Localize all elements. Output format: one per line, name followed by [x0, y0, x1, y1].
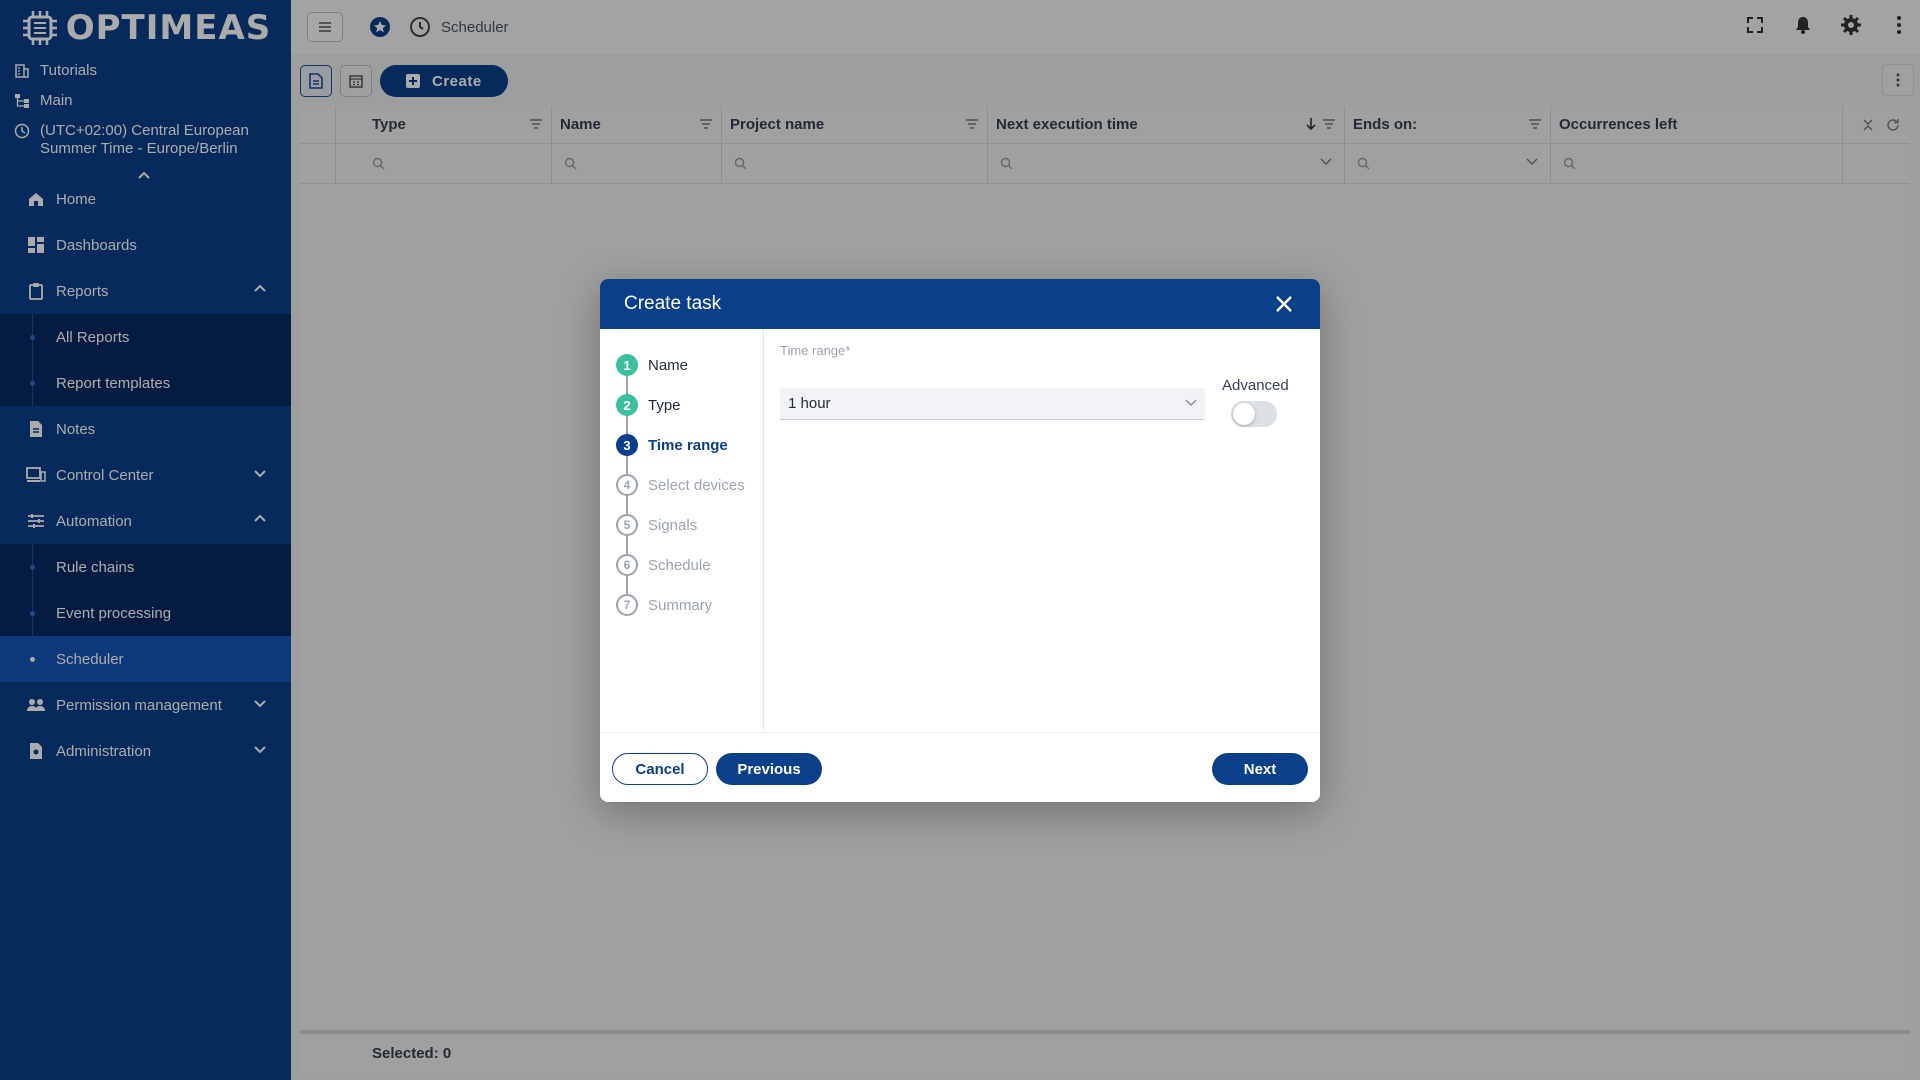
next-button[interactable]: Next [1212, 753, 1308, 785]
time-range-value: 1 hour [788, 395, 831, 412]
step-label: Type [648, 396, 681, 414]
step-label: Select devices [648, 476, 745, 494]
step-schedule: 6 Schedule [616, 545, 763, 585]
step-number: 6 [616, 554, 638, 576]
time-range-label: Time range* [780, 343, 851, 358]
dialog-title: Create task [624, 293, 722, 314]
step-type[interactable]: 2 Type [616, 385, 763, 425]
chevron-down-icon [1185, 399, 1197, 406]
step-label: Time range [648, 436, 728, 454]
advanced-label: Advanced [1222, 377, 1289, 394]
step-select-devices: 4 Select devices [616, 465, 763, 505]
step-number: 5 [616, 514, 638, 536]
close-icon[interactable] [1274, 294, 1294, 314]
step-name[interactable]: 1 Name [616, 345, 763, 385]
step-number: 7 [616, 594, 638, 616]
wizard-stepper: 1 Name 2 Type 3 Time range 4 Select devi… [600, 329, 764, 732]
step-number: 2 [616, 394, 638, 416]
step-label: Signals [648, 516, 698, 534]
dialog-footer: Cancel Previous Next [600, 732, 1320, 802]
step-number: 1 [616, 354, 638, 376]
cancel-button[interactable]: Cancel [612, 753, 708, 785]
create-task-dialog: Create task 1 Name 2 Type 3 Time range 4… [600, 279, 1320, 802]
toggle-knob [1233, 403, 1255, 425]
step-signals: 5 Signals [616, 505, 763, 545]
advanced-toggle[interactable] [1231, 401, 1277, 427]
time-range-select[interactable]: 1 hour [780, 388, 1205, 420]
step-label: Summary [648, 596, 713, 614]
step-label: Schedule [648, 556, 711, 574]
step-time-range[interactable]: 3 Time range [616, 425, 763, 465]
step-number: 4 [616, 474, 638, 496]
step-summary: 7 Summary [616, 585, 763, 625]
step-number: 3 [616, 434, 638, 456]
step-label: Name [648, 356, 689, 374]
dialog-header: Create task [600, 279, 1320, 329]
previous-button[interactable]: Previous [716, 753, 822, 785]
time-range-form: Time range* 1 hour Advanced [780, 343, 1290, 427]
